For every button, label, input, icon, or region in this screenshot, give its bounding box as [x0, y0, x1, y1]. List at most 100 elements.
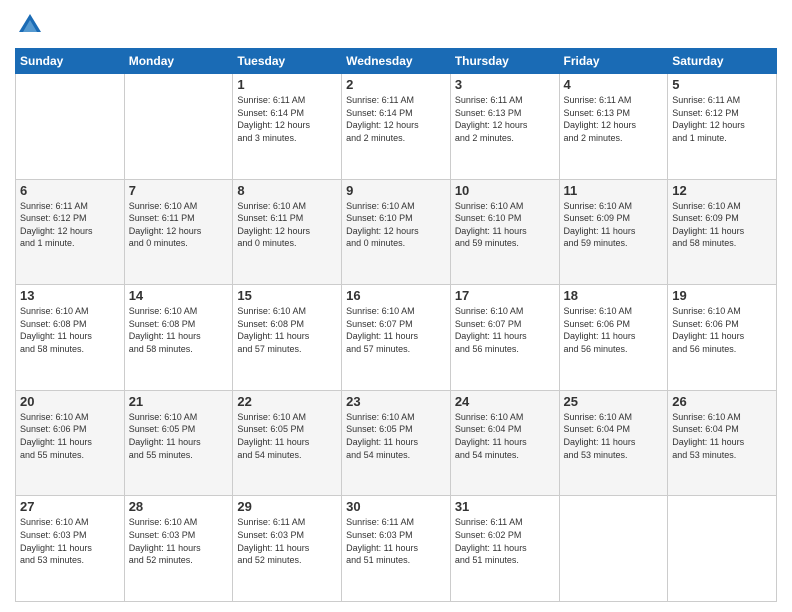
day-info: Sunrise: 6:10 AM Sunset: 6:07 PM Dayligh… [346, 305, 446, 355]
calendar-cell: 27Sunrise: 6:10 AM Sunset: 6:03 PM Dayli… [16, 496, 125, 602]
day-info: Sunrise: 6:10 AM Sunset: 6:09 PM Dayligh… [564, 200, 664, 250]
calendar-cell: 16 Sunrise: 6:10 AM Sunset: 6:07 PM Dayli… [342, 285, 451, 391]
calendar-cell: 5 Sunrise: 6:11 AM Sunset: 6:12 PM Daylig… [668, 74, 777, 180]
calendar-cell [16, 74, 125, 180]
day-number: 30 [346, 499, 446, 514]
day-number: 23 [346, 394, 446, 409]
calendar-cell [559, 496, 668, 602]
calendar-cell: 3 Sunrise: 6:11 AM Sunset: 6:13 PM Daylig… [450, 74, 559, 180]
day-number: 16 [346, 288, 446, 303]
calendar-cell: 1 Sunrise: 6:11 AM Sunset: 6:14 PM Daylig… [233, 74, 342, 180]
calendar-cell: 26 Sunrise: 6:10 AM Sunset: 6:04 PM Dayli… [668, 390, 777, 496]
calendar-cell: 6 Sunrise: 6:11 AM Sunset: 6:12 PM Daylig… [16, 179, 125, 285]
day-number: 18 [564, 288, 664, 303]
calendar-header: SundayMondayTuesdayWednesdayThursdayFrid… [16, 49, 777, 74]
calendar-cell: 18 Sunrise: 6:10 AM Sunset: 6:06 PM Dayli… [559, 285, 668, 391]
day-info: Sunrise: 6:11 AM Sunset: 6:14 PM Dayligh… [237, 94, 337, 144]
calendar-cell: 11 Sunrise: 6:10 AM Sunset: 6:09 PM Dayli… [559, 179, 668, 285]
calendar-cell: 20Sunrise: 6:10 AM Sunset: 6:06 PM Dayli… [16, 390, 125, 496]
day-info: Sunrise: 6:10 AM Sunset: 6:05 PM Dayligh… [346, 411, 446, 461]
day-number: 9 [346, 183, 446, 198]
day-number: 28 [129, 499, 229, 514]
calendar-week-1: 6 Sunrise: 6:11 AM Sunset: 6:12 PM Daylig… [16, 179, 777, 285]
day-number: 7 [129, 183, 229, 198]
calendar-cell: 21 Sunrise: 6:10 AM Sunset: 6:05 PM Dayli… [124, 390, 233, 496]
day-info: Sunrise: 6:10 AM Sunset: 6:04 PM Dayligh… [672, 411, 772, 461]
calendar-cell: 23 Sunrise: 6:10 AM Sunset: 6:05 PM Dayli… [342, 390, 451, 496]
day-number: 20 [20, 394, 120, 409]
day-number: 17 [455, 288, 555, 303]
day-info: Sunrise: 6:10 AM Sunset: 6:08 PM Dayligh… [237, 305, 337, 355]
day-info: Sunrise: 6:10 AM Sunset: 6:10 PM Dayligh… [455, 200, 555, 250]
day-info: Sunrise: 6:10 AM Sunset: 6:04 PM Dayligh… [564, 411, 664, 461]
weekday-header-monday: Monday [124, 49, 233, 74]
day-info: Sunrise: 6:10 AM Sunset: 6:03 PM Dayligh… [129, 516, 229, 566]
day-number: 6 [20, 183, 120, 198]
day-info: Sunrise: 6:10 AM Sunset: 6:07 PM Dayligh… [455, 305, 555, 355]
calendar-cell: 30 Sunrise: 6:11 AM Sunset: 6:03 PM Dayli… [342, 496, 451, 602]
calendar-cell: 24 Sunrise: 6:10 AM Sunset: 6:04 PM Dayli… [450, 390, 559, 496]
day-info: Sunrise: 6:11 AM Sunset: 6:13 PM Dayligh… [455, 94, 555, 144]
day-number: 19 [672, 288, 772, 303]
calendar-table: SundayMondayTuesdayWednesdayThursdayFrid… [15, 48, 777, 602]
day-number: 2 [346, 77, 446, 92]
day-info: Sunrise: 6:11 AM Sunset: 6:12 PM Dayligh… [20, 200, 120, 250]
header [15, 10, 777, 40]
day-number: 1 [237, 77, 337, 92]
calendar-cell: 10Sunrise: 6:10 AM Sunset: 6:10 PM Dayli… [450, 179, 559, 285]
weekday-header-wednesday: Wednesday [342, 49, 451, 74]
day-info: Sunrise: 6:10 AM Sunset: 6:06 PM Dayligh… [672, 305, 772, 355]
calendar-cell: 4Sunrise: 6:11 AM Sunset: 6:13 PM Daylig… [559, 74, 668, 180]
day-number: 25 [564, 394, 664, 409]
day-number: 21 [129, 394, 229, 409]
calendar-cell: 17 Sunrise: 6:10 AM Sunset: 6:07 PM Dayli… [450, 285, 559, 391]
page: SundayMondayTuesdayWednesdayThursdayFrid… [0, 0, 792, 612]
calendar-cell: 13Sunrise: 6:10 AM Sunset: 6:08 PM Dayli… [16, 285, 125, 391]
weekday-header-friday: Friday [559, 49, 668, 74]
weekday-header-thursday: Thursday [450, 49, 559, 74]
calendar-cell: 7 Sunrise: 6:10 AM Sunset: 6:11 PM Daylig… [124, 179, 233, 285]
calendar-cell: 19 Sunrise: 6:10 AM Sunset: 6:06 PM Dayli… [668, 285, 777, 391]
day-info: Sunrise: 6:11 AM Sunset: 6:03 PM Dayligh… [346, 516, 446, 566]
weekday-header-sunday: Sunday [16, 49, 125, 74]
calendar-cell: 12Sunrise: 6:10 AM Sunset: 6:09 PM Dayli… [668, 179, 777, 285]
day-info: Sunrise: 6:10 AM Sunset: 6:08 PM Dayligh… [129, 305, 229, 355]
calendar-week-2: 13Sunrise: 6:10 AM Sunset: 6:08 PM Dayli… [16, 285, 777, 391]
calendar-cell: 14Sunrise: 6:10 AM Sunset: 6:08 PM Dayli… [124, 285, 233, 391]
day-number: 31 [455, 499, 555, 514]
calendar-cell: 15Sunrise: 6:10 AM Sunset: 6:08 PM Dayli… [233, 285, 342, 391]
day-number: 29 [237, 499, 337, 514]
day-info: Sunrise: 6:10 AM Sunset: 6:08 PM Dayligh… [20, 305, 120, 355]
calendar-week-4: 27Sunrise: 6:10 AM Sunset: 6:03 PM Dayli… [16, 496, 777, 602]
day-info: Sunrise: 6:11 AM Sunset: 6:02 PM Dayligh… [455, 516, 555, 566]
weekday-header-tuesday: Tuesday [233, 49, 342, 74]
calendar-cell: 8 Sunrise: 6:10 AM Sunset: 6:11 PM Daylig… [233, 179, 342, 285]
calendar-cell [124, 74, 233, 180]
calendar-cell: 9Sunrise: 6:10 AM Sunset: 6:10 PM Daylig… [342, 179, 451, 285]
day-number: 4 [564, 77, 664, 92]
day-info: Sunrise: 6:10 AM Sunset: 6:11 PM Dayligh… [237, 200, 337, 250]
day-number: 24 [455, 394, 555, 409]
calendar-body: 1 Sunrise: 6:11 AM Sunset: 6:14 PM Daylig… [16, 74, 777, 602]
day-number: 12 [672, 183, 772, 198]
calendar-cell: 28 Sunrise: 6:10 AM Sunset: 6:03 PM Dayli… [124, 496, 233, 602]
weekday-header-saturday: Saturday [668, 49, 777, 74]
day-number: 22 [237, 394, 337, 409]
day-info: Sunrise: 6:10 AM Sunset: 6:05 PM Dayligh… [129, 411, 229, 461]
day-info: Sunrise: 6:10 AM Sunset: 6:06 PM Dayligh… [564, 305, 664, 355]
day-number: 26 [672, 394, 772, 409]
calendar-cell: 25 Sunrise: 6:10 AM Sunset: 6:04 PM Dayli… [559, 390, 668, 496]
day-number: 11 [564, 183, 664, 198]
day-number: 3 [455, 77, 555, 92]
day-info: Sunrise: 6:10 AM Sunset: 6:05 PM Dayligh… [237, 411, 337, 461]
day-number: 5 [672, 77, 772, 92]
calendar-week-3: 20Sunrise: 6:10 AM Sunset: 6:06 PM Dayli… [16, 390, 777, 496]
day-info: Sunrise: 6:10 AM Sunset: 6:04 PM Dayligh… [455, 411, 555, 461]
day-info: Sunrise: 6:11 AM Sunset: 6:12 PM Dayligh… [672, 94, 772, 144]
calendar-cell: 22 Sunrise: 6:10 AM Sunset: 6:05 PM Dayli… [233, 390, 342, 496]
day-info: Sunrise: 6:10 AM Sunset: 6:11 PM Dayligh… [129, 200, 229, 250]
day-number: 8 [237, 183, 337, 198]
calendar-cell: 2Sunrise: 6:11 AM Sunset: 6:14 PM Daylig… [342, 74, 451, 180]
calendar-cell: 29Sunrise: 6:11 AM Sunset: 6:03 PM Dayli… [233, 496, 342, 602]
calendar-cell: 31 Sunrise: 6:11 AM Sunset: 6:02 PM Dayli… [450, 496, 559, 602]
